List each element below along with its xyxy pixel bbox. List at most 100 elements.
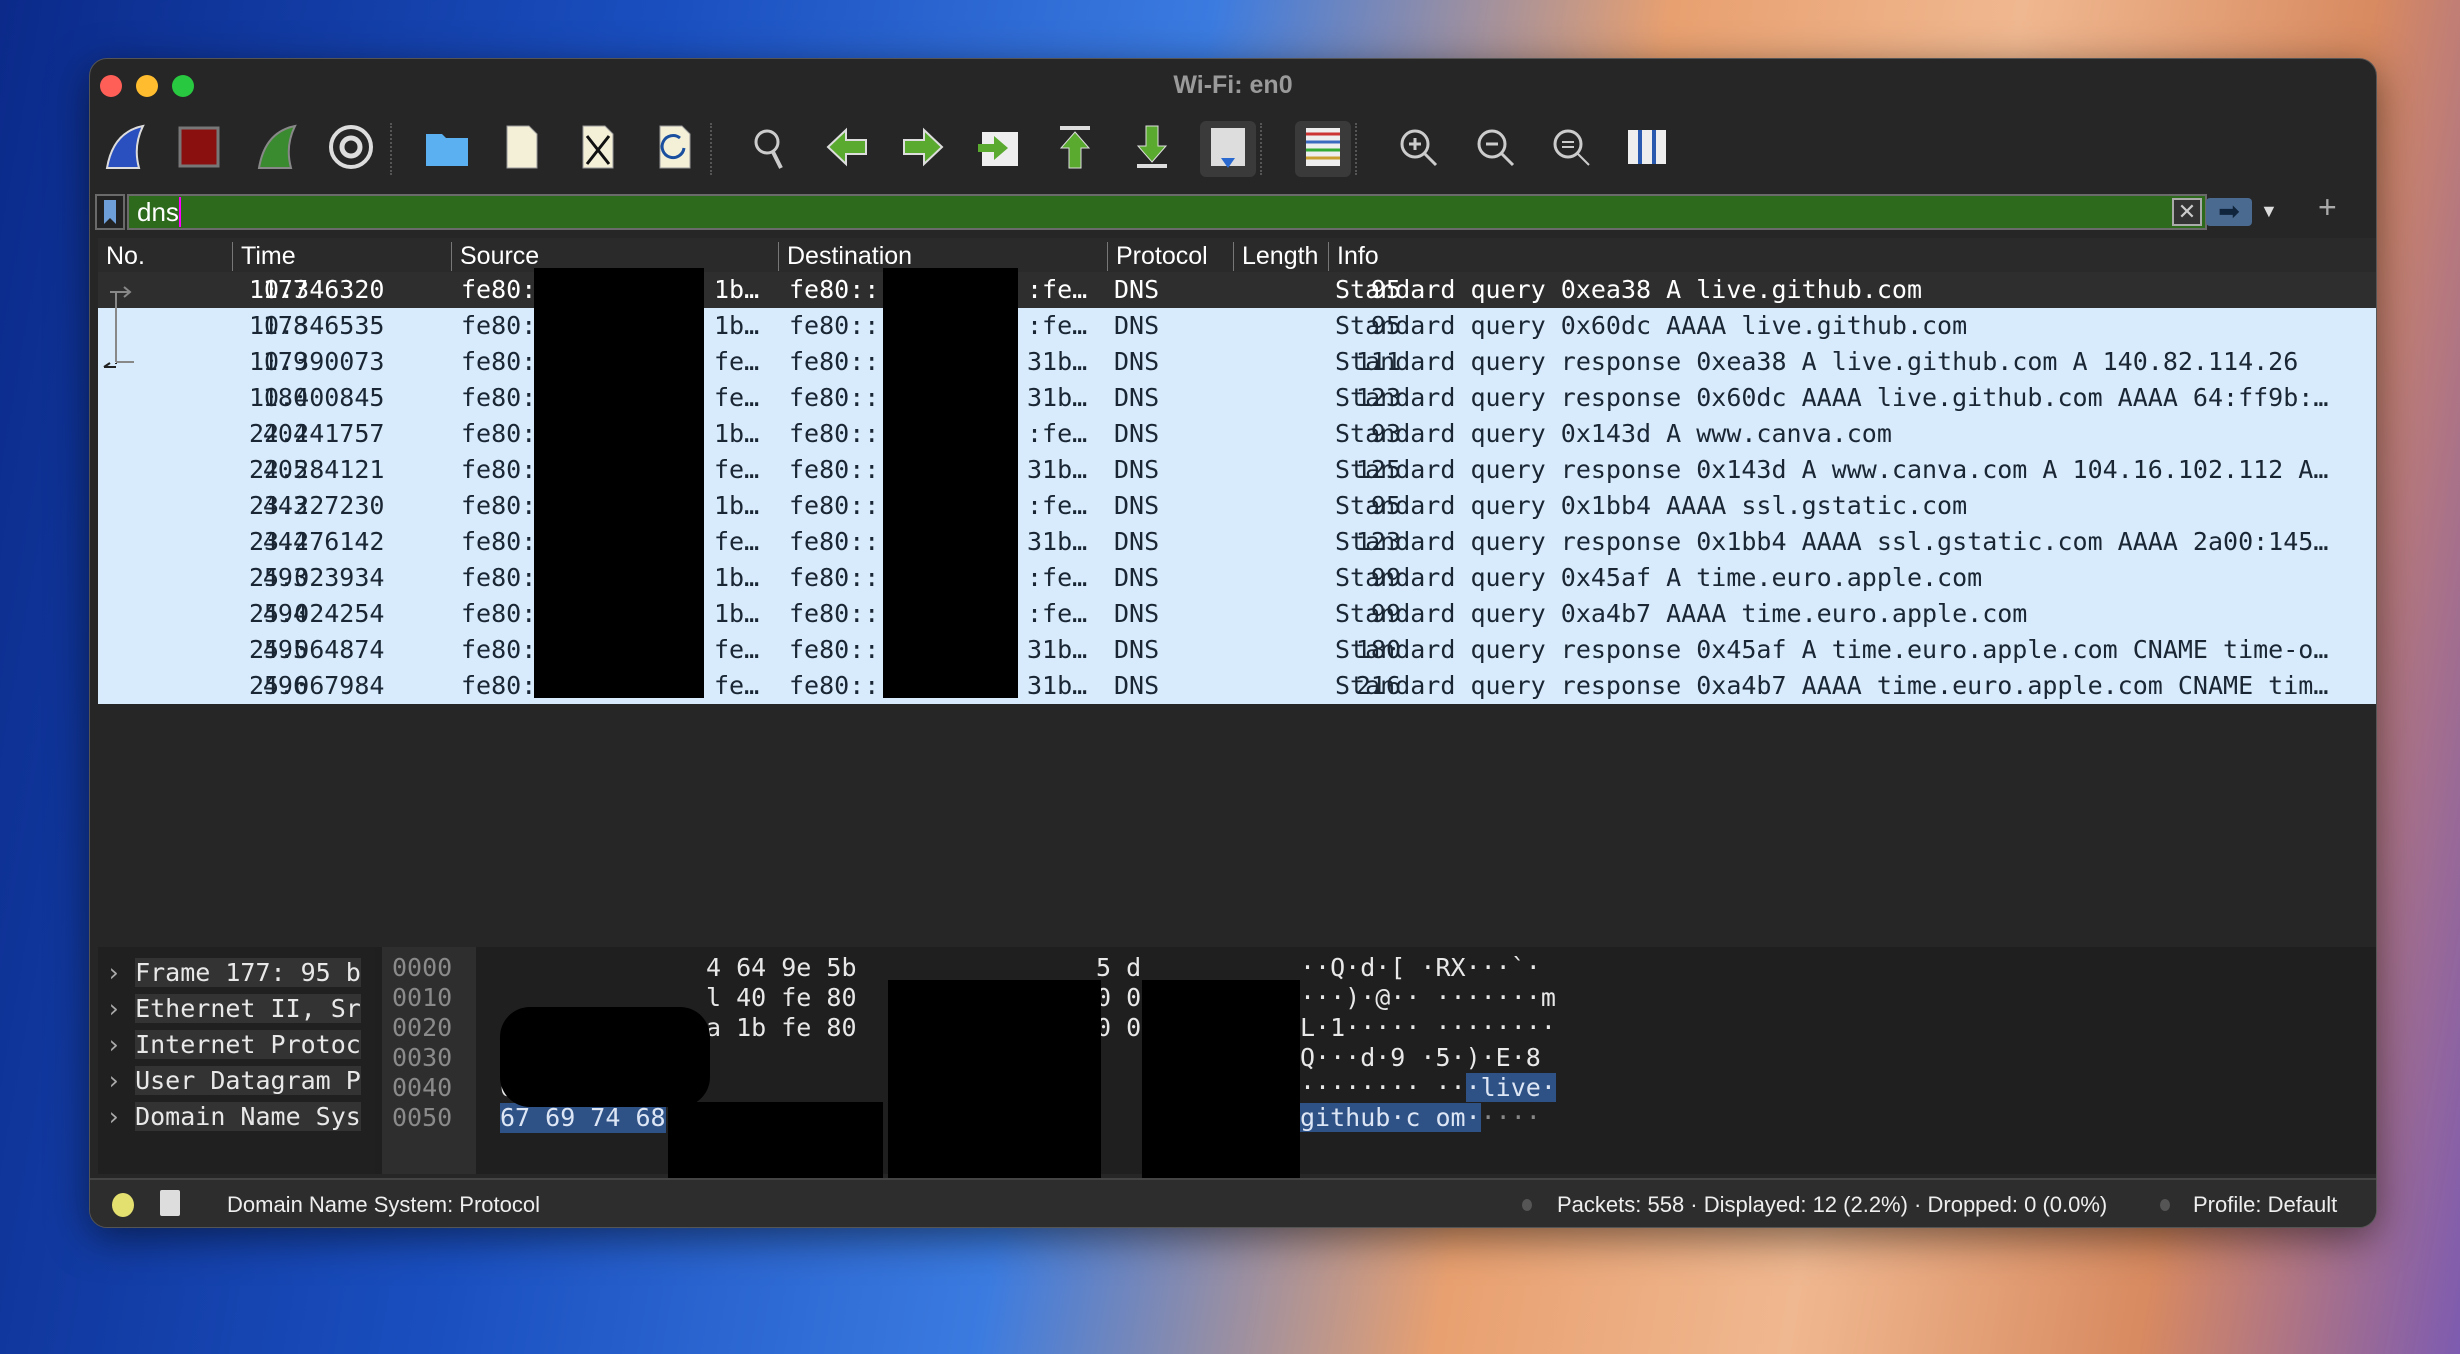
autoscroll-button[interactable] xyxy=(1200,121,1256,177)
toolbar-separator xyxy=(710,123,712,175)
display-filter-input[interactable]: dns xyxy=(127,194,2207,230)
tree-item[interactable]: › User Datagram P xyxy=(106,1063,361,1099)
zoom-out-icon xyxy=(1470,122,1520,177)
reload-file-icon xyxy=(650,122,700,177)
packet-row[interactable]: 443 23.227230 fe80: 1b… fe80:::fe… DNS 95 Stand… xyxy=(98,488,2376,524)
tree-item-label: Frame 177: 95 b xyxy=(135,958,361,987)
ascii-bytes: L·1····· ········ xyxy=(1300,1013,1556,1043)
packet-source-tail: 1b… xyxy=(714,311,760,340)
packet-source: fe80: xyxy=(461,527,537,556)
packet-destination: fe80:: xyxy=(789,311,880,340)
filter-history-dropdown[interactable]: ▼ xyxy=(2260,201,2278,222)
packet-row[interactable]: 180 10.400845 fe80: fe… fe80:: 31b… DNS 123 Stan… xyxy=(98,380,2376,416)
tree-item[interactable]: › Frame 177: 95 b xyxy=(106,955,361,991)
wireshark-window: Wi-Fi: en0 dns ✕ ➡ ▼ + No. Time Source D… xyxy=(89,58,2377,1228)
column-source[interactable]: Source xyxy=(451,242,539,271)
packet-destination: fe80:: xyxy=(789,527,880,556)
packet-info: Standard query 0xa4b7 AAAA time.euro.app… xyxy=(1335,599,2028,628)
text-cursor xyxy=(178,197,181,227)
packet-row[interactable]: 179 10.390073 fe80: fe… fe80:: 31b… DNS 111 Stan… xyxy=(98,344,2376,380)
go-back-icon xyxy=(822,122,872,177)
tree-item[interactable]: › Internet Protoc xyxy=(106,1027,361,1063)
packet-row[interactable]: 405 22.284121 fe80: fe… fe80:: 31b… DNS 125 Stan… xyxy=(98,452,2376,488)
chevron-right-icon[interactable]: › xyxy=(106,958,121,987)
status-field-info: Domain Name System: Protocol xyxy=(227,1192,540,1217)
profile-switcher[interactable]: Profile: Default xyxy=(2193,1180,2337,1227)
restart-capture-icon xyxy=(251,122,301,177)
capture-comment-icon[interactable] xyxy=(160,1190,180,1216)
go-back-button[interactable] xyxy=(819,121,875,177)
packet-time: 22.241757 xyxy=(249,419,385,448)
packet-row[interactable]: 495 25.064874 fe80: fe… fe80:: 31b… DNS 180 Stan… xyxy=(98,632,2376,668)
packet-row[interactable]: 178 10.346535 fe80: 1b… fe80:::fe… DNS 95 Stand… xyxy=(98,308,2376,344)
save-file-button[interactable] xyxy=(494,121,550,177)
packet-destination: fe80:: xyxy=(789,671,880,700)
open-folder-button[interactable] xyxy=(419,121,475,177)
packet-time: 10.346320 xyxy=(249,275,385,304)
status-separator-icon xyxy=(2160,1199,2170,1211)
packet-source-tail: 1b… xyxy=(714,599,760,628)
chevron-right-icon[interactable]: › xyxy=(106,994,121,1023)
column-destination[interactable]: Destination xyxy=(778,242,912,271)
chevron-right-icon[interactable]: › xyxy=(106,1066,121,1095)
expert-info-indicator-icon[interactable] xyxy=(112,1193,134,1217)
packet-protocol: DNS xyxy=(1114,671,1160,700)
packet-info: Standard query 0x45af A time.euro.apple.… xyxy=(1335,563,1983,592)
detail-pane: › Frame 177: 95 b › Ethernet II, Sr › Interne… xyxy=(98,947,2376,1207)
redaction-hex-3 xyxy=(888,980,1101,1180)
column-time[interactable]: Time xyxy=(232,242,296,271)
capture-options-gear-button[interactable] xyxy=(323,121,379,177)
packet-time: 25.067984 xyxy=(249,671,385,700)
column-length[interactable]: Length xyxy=(1233,242,1328,271)
first-packet-button[interactable] xyxy=(1047,121,1103,177)
packet-protocol: DNS xyxy=(1114,419,1160,448)
redaction-hex-1 xyxy=(500,1007,710,1107)
restart-capture-button[interactable] xyxy=(248,121,304,177)
packet-destination-tail: 31b… xyxy=(1027,527,1088,556)
colorize-button[interactable] xyxy=(1295,121,1351,177)
tree-item[interactable]: › Domain Name Sys xyxy=(106,1099,361,1135)
last-packet-button[interactable] xyxy=(1124,121,1180,177)
packet-row[interactable]: 494 25.024254 fe80: 1b… fe80:::fe… DNS 99 Stand… xyxy=(98,596,2376,632)
go-forward-button[interactable] xyxy=(895,121,951,177)
resize-columns-button[interactable] xyxy=(1619,121,1675,177)
packet-time: 10.390073 xyxy=(249,347,385,376)
packet-row[interactable]: 404 22.241757 fe80: 1b… fe80:::fe… DNS 93 Stand… xyxy=(98,416,2376,452)
hex-bytes: l 40 fe 80 xyxy=(706,983,857,1012)
tree-item-label: User Datagram P xyxy=(135,1066,361,1095)
ascii-bytes: ··Q·d·[ ·RX···`· xyxy=(1300,953,1541,983)
zoom-out-button[interactable] xyxy=(1467,121,1523,177)
tree-item[interactable]: › Ethernet II, Sr xyxy=(106,991,361,1027)
packet-source-tail: 1b… xyxy=(714,275,760,304)
redaction-source xyxy=(534,268,704,698)
go-to-packet-icon xyxy=(974,122,1024,177)
redaction-hex-4 xyxy=(1142,980,1300,1206)
packet-row[interactable]: 496 25.067984 fe80: fe… fe80:: 31b… DNS 216 Stan… xyxy=(98,668,2376,704)
ascii-highlighted: ·live· xyxy=(1465,1073,1556,1102)
colorize-icon xyxy=(1298,122,1348,177)
packet-row[interactable]: 493 25.023934 fe80: 1b… fe80:::fe… DNS 99 Stand… xyxy=(98,560,2376,596)
packet-time: 25.024254 xyxy=(249,599,385,628)
packet-source: fe80: xyxy=(461,599,537,628)
reload-file-button[interactable] xyxy=(647,121,703,177)
close-file-button[interactable] xyxy=(570,121,626,177)
find-packet-button[interactable] xyxy=(742,121,798,177)
packet-counts: Packets: 558 · Displayed: 12 (2.2%) · Dr… xyxy=(1557,1192,2108,1217)
packet-row[interactable]: 177 10.346320 fe80: 1b… fe80:::fe… DNS 95 Stand… xyxy=(98,272,2376,308)
chevron-right-icon[interactable]: › xyxy=(106,1030,121,1059)
column-info[interactable]: Info xyxy=(1328,242,1379,271)
packet-source: fe80: xyxy=(461,563,537,592)
column-protocol[interactable]: Protocol xyxy=(1107,242,1208,271)
stop-button[interactable] xyxy=(171,121,227,177)
packet-destination: fe80:: xyxy=(789,635,880,664)
add-filter-button[interactable]: + xyxy=(2318,189,2337,226)
clear-filter-button[interactable]: ✕ xyxy=(2172,198,2202,226)
packet-source-tail: 1b… xyxy=(714,563,760,592)
go-to-packet-button[interactable] xyxy=(971,121,1027,177)
packet-destination: fe80:: xyxy=(789,419,880,448)
apply-filter-button[interactable]: ➡ xyxy=(2206,198,2252,226)
chevron-right-icon[interactable]: › xyxy=(106,1102,121,1131)
zoom-in-button[interactable] xyxy=(1390,121,1446,177)
normal-size-button[interactable] xyxy=(1543,121,1599,177)
packet-row[interactable]: 444 23.276142 fe80: fe… fe80:: 31b… DNS 123 Stan… xyxy=(98,524,2376,560)
